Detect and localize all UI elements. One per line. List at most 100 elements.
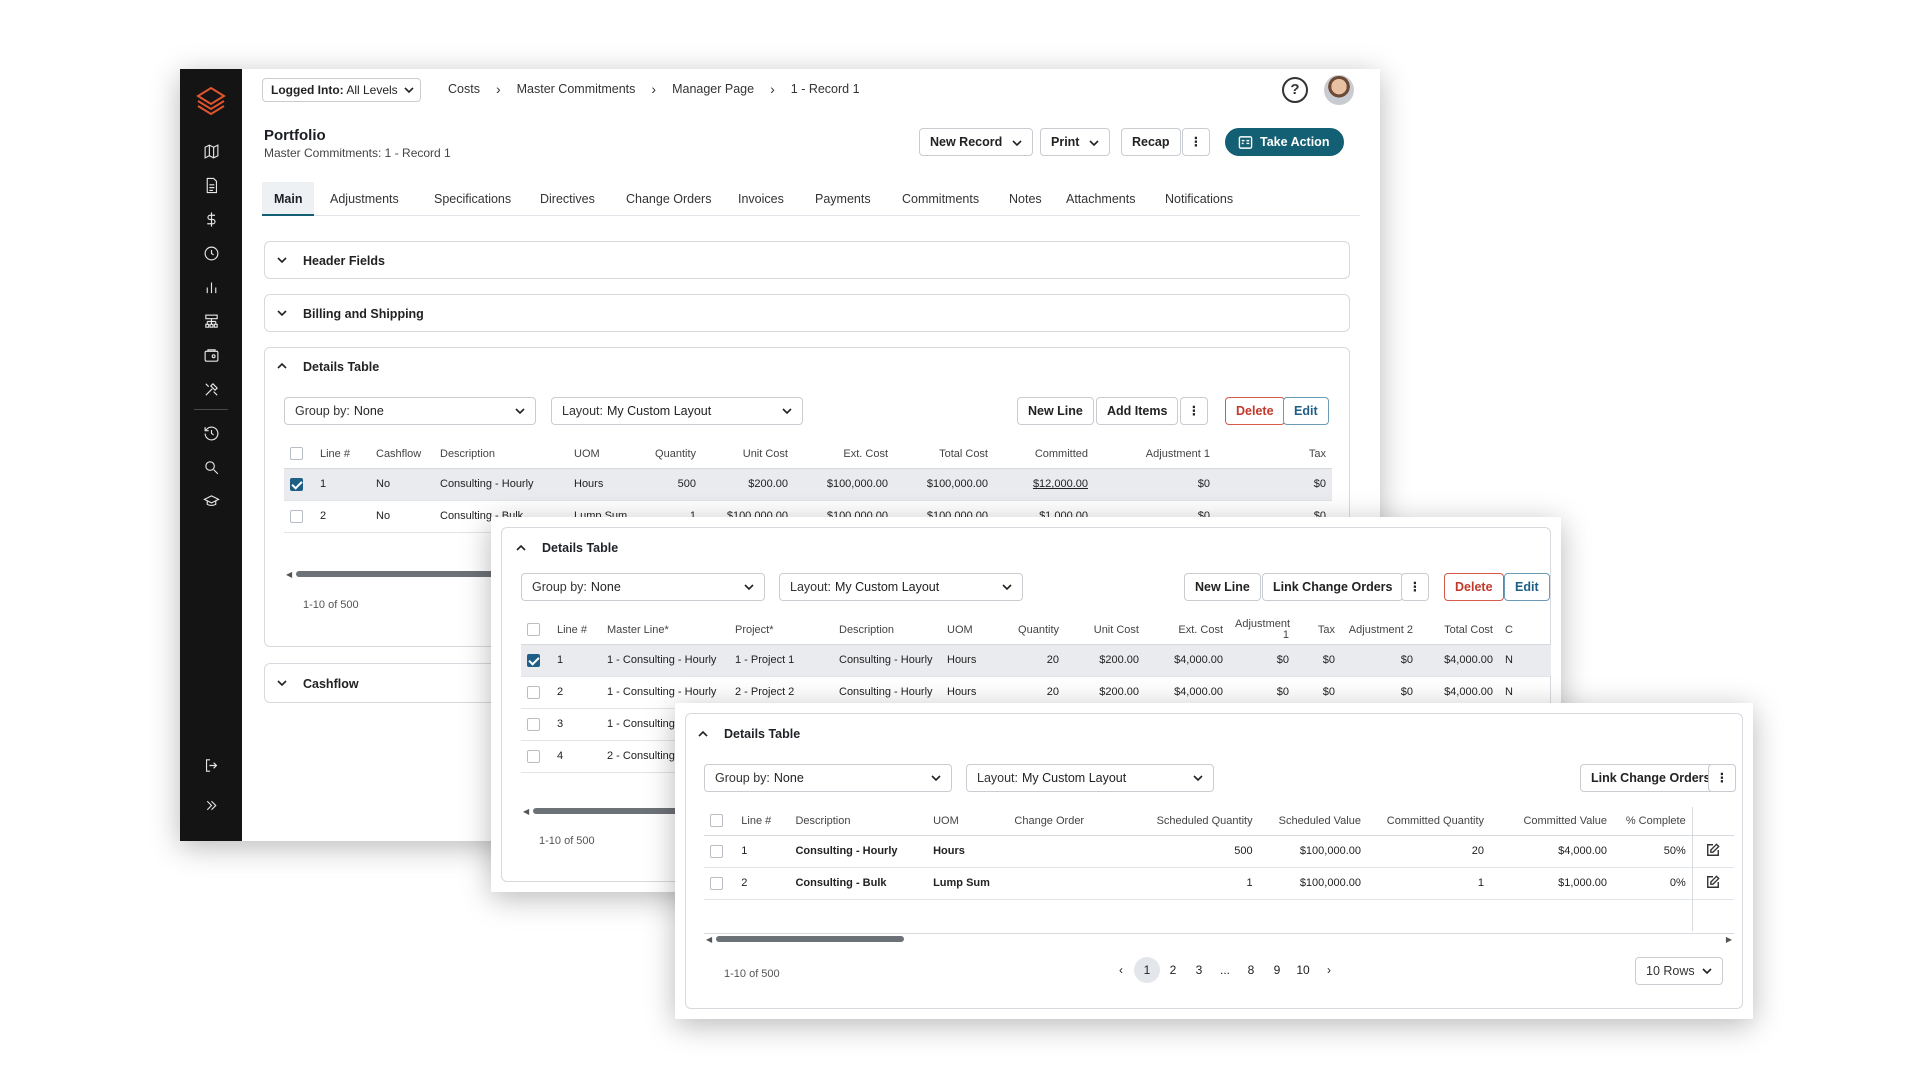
scroll-right-icon[interactable]: ▶ xyxy=(1726,935,1732,944)
page-button[interactable]: 3 xyxy=(1186,957,1212,983)
column-header[interactable]: Adjustment 1 xyxy=(1229,616,1295,645)
column-header[interactable]: Adjustment 1 xyxy=(1094,440,1216,469)
column-header[interactable]: Adjustment 2 xyxy=(1341,616,1419,645)
column-header[interactable]: Scheduled Quantity xyxy=(1123,807,1259,836)
tab-adjustments[interactable]: Adjustments xyxy=(318,182,411,216)
new-line-button[interactable]: New Line xyxy=(1184,573,1261,601)
column-header[interactable]: Ext. Cost xyxy=(794,440,894,469)
column-header[interactable]: Line # xyxy=(314,440,370,469)
next-page-icon[interactable]: › xyxy=(1316,957,1342,983)
column-header[interactable]: Master Line* xyxy=(601,616,729,645)
more-button[interactable]: ⋮ xyxy=(1401,573,1429,601)
tab-invoices[interactable]: Invoices xyxy=(726,182,796,216)
row-checkbox[interactable] xyxy=(290,477,303,491)
group-by-select[interactable]: Group by: None xyxy=(284,397,536,425)
select-all-checkbox[interactable] xyxy=(290,447,303,461)
table-row[interactable]: 1 No Consulting - Hourly Hours 500 $200.… xyxy=(284,468,1332,501)
column-header[interactable]: Committed xyxy=(994,440,1094,469)
scrollbar-thumb[interactable] xyxy=(533,808,683,814)
expand-sidebar-icon[interactable] xyxy=(199,793,223,817)
new-record-button[interactable]: New Record xyxy=(919,128,1034,156)
page-button[interactable]: 2 xyxy=(1160,957,1186,983)
graduation-cap-icon[interactable] xyxy=(199,489,223,513)
edit-button[interactable]: Edit xyxy=(1504,573,1550,601)
logged-into-select[interactable]: Logged Into: All Levels xyxy=(262,78,421,102)
tab-specifications[interactable]: Specifications xyxy=(422,182,523,216)
layout-select[interactable]: Layout: My Custom Layout xyxy=(966,764,1214,792)
column-header[interactable]: % Complete xyxy=(1613,807,1693,836)
page-button[interactable]: 9 xyxy=(1264,957,1290,983)
column-header[interactable]: Project* xyxy=(729,616,833,645)
breadcrumb-item[interactable]: Costs xyxy=(438,82,490,96)
layout-select[interactable]: Layout: My Custom Layout xyxy=(551,397,803,425)
row-select-cell[interactable] xyxy=(521,676,551,709)
tab-attachments[interactable]: Attachments xyxy=(1054,182,1147,216)
map-icon[interactable] xyxy=(199,139,223,163)
tools-icon[interactable] xyxy=(199,377,223,401)
edit-button[interactable]: Edit xyxy=(1283,397,1329,425)
select-all-checkbox[interactable] xyxy=(710,814,723,828)
row-select-cell[interactable] xyxy=(704,867,736,900)
tab-change-orders[interactable]: Change Orders xyxy=(614,182,723,216)
page-button[interactable]: 10 xyxy=(1290,957,1316,983)
column-header[interactable]: Quantity xyxy=(1005,616,1065,645)
scroll-left-icon[interactable]: ◀ xyxy=(286,570,292,579)
previous-page-icon[interactable]: ‹ xyxy=(1108,957,1134,983)
tab-main[interactable]: Main xyxy=(262,182,315,216)
table-row[interactable]: 1 Consulting - Hourly Hours 500 $100,000… xyxy=(704,835,1734,868)
scrollbar-thumb[interactable] xyxy=(716,936,904,942)
group-by-select[interactable]: Group by: None xyxy=(521,573,765,601)
breadcrumb-item[interactable]: Manager Page xyxy=(662,82,764,96)
table-row[interactable]: 1 1 - Consulting - Hourly 1 - Project 1 … xyxy=(521,644,1551,677)
column-header[interactable]: Description xyxy=(434,440,568,469)
column-header[interactable]: UOM xyxy=(568,440,638,469)
clock-icon[interactable] xyxy=(199,241,223,265)
link-change-orders-button[interactable]: Link Change Orders xyxy=(1262,573,1404,601)
help-icon[interactable]: ? xyxy=(1282,77,1308,103)
column-header[interactable]: Line # xyxy=(735,807,790,836)
group-by-select[interactable]: Group by: None xyxy=(704,764,952,792)
history-icon[interactable] xyxy=(199,421,223,445)
more-actions-button[interactable]: ⋮ xyxy=(1182,128,1210,156)
row-checkbox[interactable] xyxy=(527,653,540,667)
column-header[interactable]: Total Cost xyxy=(894,440,994,469)
new-line-button[interactable]: New Line xyxy=(1017,397,1094,425)
row-select-cell[interactable] xyxy=(284,468,314,501)
row-select-cell[interactable] xyxy=(704,835,736,868)
column-header[interactable]: Line # xyxy=(551,616,601,645)
column-header[interactable]: Change Order xyxy=(1008,807,1124,836)
row-select-cell[interactable] xyxy=(521,708,551,741)
scroll-left-icon[interactable]: ◀ xyxy=(706,935,712,944)
tab-notes[interactable]: Notes xyxy=(997,182,1054,216)
select-all-cell[interactable] xyxy=(521,616,551,645)
select-all-cell[interactable] xyxy=(704,807,736,836)
column-header[interactable]: UOM xyxy=(941,616,1005,645)
row-checkbox[interactable] xyxy=(527,717,540,731)
delete-button[interactable]: Delete xyxy=(1225,397,1285,425)
take-action-button[interactable]: Take Action xyxy=(1225,128,1345,156)
row-select-cell[interactable] xyxy=(521,644,551,677)
column-header[interactable]: Description xyxy=(789,807,928,836)
scrollbar-thumb[interactable] xyxy=(296,571,516,577)
logout-icon[interactable] xyxy=(199,753,223,777)
column-header[interactable]: Committed Value xyxy=(1490,807,1614,836)
horizontal-scrollbar[interactable]: ◀ ▶ xyxy=(704,933,1734,944)
row-checkbox[interactable] xyxy=(527,749,540,763)
page-button[interactable]: 1 xyxy=(1134,957,1160,983)
column-header[interactable]: Cashflow xyxy=(370,440,434,469)
committed-link[interactable]: $12,000.00 xyxy=(994,468,1094,501)
column-header[interactable]: Ext. Cost xyxy=(1145,616,1229,645)
column-header[interactable]: Scheduled Value xyxy=(1258,807,1367,836)
edit-icon[interactable] xyxy=(1691,867,1734,900)
column-header[interactable]: Description xyxy=(833,616,941,645)
row-checkbox[interactable] xyxy=(710,876,723,890)
row-checkbox[interactable] xyxy=(710,844,723,858)
column-header[interactable]: Total Cost xyxy=(1419,616,1499,645)
add-items-button[interactable]: Add Items xyxy=(1096,397,1179,425)
app-logo[interactable] xyxy=(195,85,227,117)
row-checkbox[interactable] xyxy=(290,509,303,523)
edit-icon[interactable] xyxy=(1691,835,1734,868)
row-checkbox[interactable] xyxy=(527,685,540,699)
more-button[interactable]: ⋮ xyxy=(1708,764,1736,792)
more-button[interactable]: ⋮ xyxy=(1180,397,1208,425)
